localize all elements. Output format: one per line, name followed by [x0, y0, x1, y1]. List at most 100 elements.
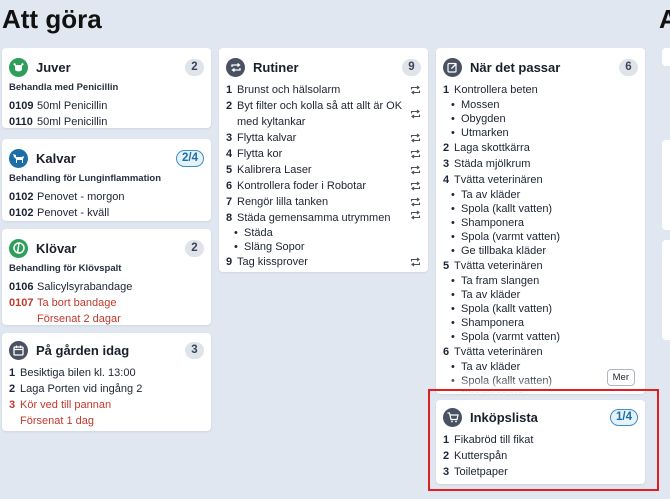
repeat-icon	[409, 162, 421, 178]
item-text: Byt filter och kolla så att allt är OK m…	[237, 100, 403, 128]
list-item[interactable]: 0110 50ml Penicillin	[9, 114, 204, 128]
list-item[interactable]: 0109 50ml Penicillin	[9, 98, 204, 114]
item-number: 3	[443, 158, 450, 170]
edge-card	[662, 240, 670, 340]
card-title: Inköpslista	[470, 409, 538, 425]
card-inkopslista[interactable]: Inköpslista 1/4 1 Fikabröd till fikat 2 Ku…	[436, 400, 645, 484]
item-text: 50ml Penicillin	[37, 116, 108, 128]
list-item[interactable]: 1 Besiktiga bilen kl. 13:00	[9, 365, 204, 381]
subtask-item[interactable]: Shamponera	[443, 316, 638, 330]
subtask-item[interactable]: Ta av kläder	[443, 188, 638, 202]
subtask-item[interactable]: Mossen	[443, 98, 638, 112]
item-text: Kontrollera foder i Robotar	[237, 180, 367, 192]
animal-id: 0102	[9, 191, 34, 203]
item-text: Fikabröd till fikat	[454, 434, 534, 446]
subtask-item[interactable]: Spola (varmt vatten)	[443, 230, 638, 244]
item-number: 6	[443, 346, 450, 358]
subtask-item[interactable]: Obygden	[443, 112, 638, 126]
list-item[interactable]: 6 Kontrollera foder i Robotar	[226, 178, 421, 194]
calf-icon	[9, 148, 28, 168]
list-item[interactable]: 1 Brunst och hälsolarm	[226, 82, 421, 98]
list-item[interactable]: 7 Rengör lilla tanken	[226, 194, 421, 210]
list-item[interactable]: 6 Tvätta veterinären	[443, 344, 638, 360]
list-item[interactable]: 0102 Penovet - morgon	[9, 189, 204, 205]
item-number: 2	[443, 142, 450, 154]
item-text: Tvätta veterinären	[454, 346, 543, 358]
list-item[interactable]: 0102 Penovet - kväll	[9, 205, 204, 221]
list-item[interactable]: 0106 Salicylsyrabandage	[9, 279, 204, 295]
subtask-item[interactable]: Spola (kallt vatten)	[443, 202, 638, 216]
progress-badge: 2/4	[176, 149, 204, 167]
repeat-icon	[409, 130, 421, 146]
overdue-text: Försenat 1 dag	[20, 415, 94, 427]
animal-id: 0106	[9, 281, 34, 293]
list-item[interactable]: 4 Flytta kor	[226, 146, 421, 162]
subtask-item[interactable]: Städa	[226, 226, 421, 240]
list-item-overdue[interactable]: 0107 Ta bort bandage	[9, 295, 204, 311]
list-item[interactable]: 3 Flytta kalvar	[226, 130, 421, 146]
list-item[interactable]: 2 Kutterspån	[443, 448, 638, 464]
item-number: 5	[443, 260, 450, 272]
list-item[interactable]: 5 Kalibrera Laser	[226, 162, 421, 178]
list-item[interactable]: 8 Städa gemensamma utrymmen	[226, 210, 421, 226]
subtask-item[interactable]: Ge tillbaka kläder	[443, 244, 638, 258]
item-number: 8	[226, 212, 233, 224]
item-text: Besiktiga bilen kl. 13:00	[20, 367, 136, 379]
item-text: Penovet - kväll	[37, 207, 110, 219]
item-number: 3	[443, 466, 450, 478]
item-number: 7	[226, 196, 233, 208]
list-item[interactable]: 1 Fikabröd till fikat	[443, 432, 638, 448]
list-item[interactable]: 3 Toiletpaper	[443, 464, 638, 480]
animal-id: 0102	[9, 207, 34, 219]
subtask-item[interactable]: Ta fram slangen	[443, 274, 638, 288]
card-pa-garden-idag[interactable]: På gården idag 3 1 Besiktiga bilen kl. 13…	[2, 333, 211, 431]
calendar-icon	[9, 340, 28, 360]
card-rutiner[interactable]: Rutiner 9 1 Brunst och hälsolarm 2 Byt filt…	[219, 48, 428, 272]
card-juver[interactable]: Juver 2 Behandla med Penicillin 0109 50ml…	[2, 48, 211, 128]
item-text: Salicylsyrabandage	[37, 281, 133, 293]
list-item[interactable]: 5 Tvätta veterinären	[443, 258, 638, 274]
repeat-icon	[226, 57, 245, 77]
repeat-icon	[409, 210, 421, 226]
item-text: Kutterspån	[454, 450, 508, 462]
item-text: Toiletpaper	[454, 466, 508, 478]
item-text: Penovet - morgon	[37, 191, 125, 203]
list-item[interactable]: 2 Byt filter och kolla så att allt är OK …	[226, 98, 421, 130]
item-number: 2	[226, 100, 233, 112]
subtask-item[interactable]: Shamponera	[443, 216, 638, 230]
more-button[interactable]: Mer	[606, 369, 635, 386]
subtask-item[interactable]: Utmarken	[443, 126, 638, 140]
card-title: Rutiner	[253, 59, 299, 75]
subtask-item[interactable]: Släng Sopor	[226, 240, 421, 254]
item-text: Kör ved till pannan	[20, 399, 112, 411]
item-text: Kalibrera Laser	[237, 164, 312, 176]
edit-icon	[443, 57, 462, 77]
item-text: 50ml Penicillin	[37, 100, 108, 112]
item-text: Flytta kor	[237, 148, 283, 160]
list-item[interactable]: 4 Tvätta veterinären	[443, 172, 638, 188]
item-text: Ta bort bandage	[37, 297, 117, 309]
edge-card	[662, 140, 670, 230]
card-klovar[interactable]: Klövar 2 Behandling för Klövspalt 0106 Sa…	[2, 229, 211, 325]
list-item[interactable]: 3 Städa mjölkrum	[443, 156, 638, 172]
list-item-overdue[interactable]: 3 Kör ved till pannan	[9, 397, 204, 413]
card-nar-det-passar[interactable]: När det passar 6 1 Kontrollera beten Mosse…	[436, 48, 645, 394]
item-text: Rengör lilla tanken	[237, 196, 329, 208]
repeat-icon	[409, 146, 421, 162]
next-column-title: A	[659, 4, 670, 34]
list-item[interactable]: 1 Kontrollera beten	[443, 82, 638, 98]
subtask-item[interactable]: Ta av kläder	[443, 288, 638, 302]
list-item[interactable]: 2 Laga skottkärra	[443, 140, 638, 156]
subtask-item[interactable]: Spola (kallt vatten)	[443, 302, 638, 316]
hoof-icon	[9, 238, 28, 258]
animal-id: 0107	[9, 297, 34, 309]
item-text: Flytta kalvar	[237, 132, 297, 144]
subtask-item[interactable]: Spola (varmt vatten)	[443, 330, 638, 344]
repeat-icon	[409, 178, 421, 194]
list-item[interactable]: 9 Tag kissprover	[226, 254, 421, 270]
card-kalvar[interactable]: Kalvar 2/4 Behandling för Lunginflammati…	[2, 139, 211, 221]
routine-list: 1 Brunst och hälsolarm 2 Byt filter och kol…	[226, 82, 421, 270]
progress-badge: 1/4	[610, 408, 638, 426]
list-item[interactable]: 2 Laga Porten vid ingång 2	[9, 381, 204, 397]
item-number: 1	[9, 367, 16, 379]
